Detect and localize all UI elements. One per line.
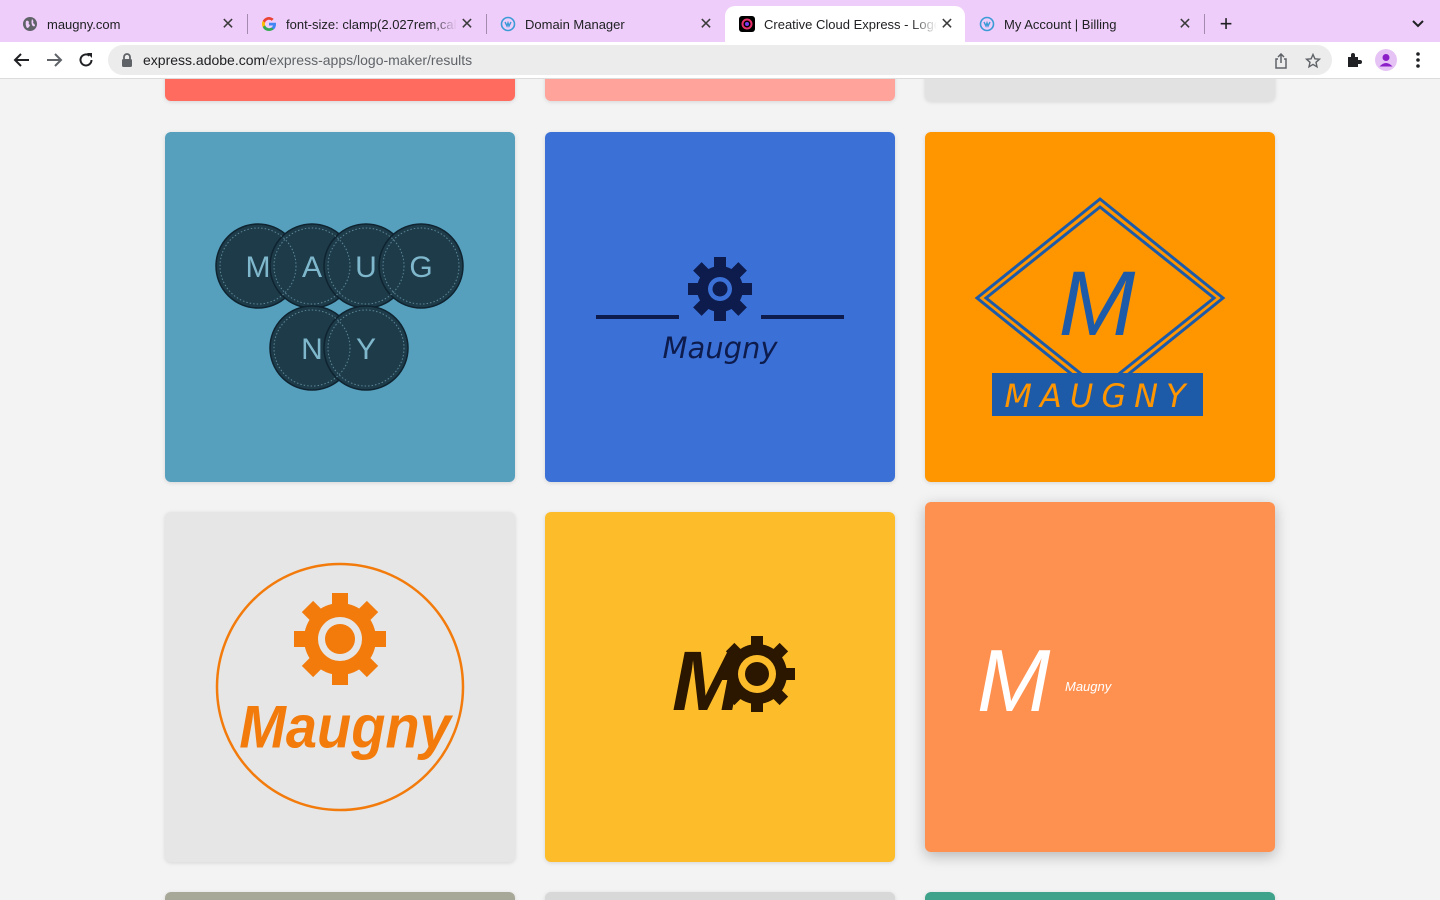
logo-name: Maugny <box>1065 679 1113 694</box>
url-text: express.adobe.com/express-apps/logo-make… <box>143 52 472 68</box>
extensions-icon[interactable] <box>1342 48 1366 72</box>
circle-letter: A <box>302 251 322 284</box>
close-icon[interactable]: ✕ <box>1175 14 1195 34</box>
logo-name: Maugny <box>662 331 778 365</box>
forward-button[interactable] <box>40 46 68 74</box>
tab-domain-manager[interactable]: Domain Manager ✕ <box>486 6 724 42</box>
profile-icon <box>1375 49 1397 71</box>
logo-card-partial-pink[interactable] <box>545 79 895 101</box>
tab-my-account-billing[interactable]: My Account | Billing ✕ <box>965 6 1203 42</box>
logo-card-m-gear[interactable]: M <box>545 512 895 862</box>
arrow-left-icon <box>13 53 29 67</box>
logo-card-gear-circle[interactable]: Maugny <box>165 512 515 862</box>
webflow-icon <box>979 16 995 32</box>
star-icon[interactable] <box>1304 52 1322 70</box>
logo-card-partial-olive[interactable] <box>165 892 515 900</box>
share-icon[interactable] <box>1272 52 1290 70</box>
close-icon[interactable]: ✕ <box>696 14 716 34</box>
reload-icon <box>79 53 93 67</box>
tab-font-size[interactable]: font-size: clamp(2.027rem,calc ✕ <box>247 6 485 42</box>
address-bar[interactable]: express.adobe.com/express-apps/logo-make… <box>108 45 1332 75</box>
logo-card-salmon[interactable]: M Maugny <box>925 502 1275 852</box>
close-icon[interactable]: ✕ <box>937 14 957 34</box>
lock-icon <box>121 53 133 67</box>
url-host: express.adobe.com <box>143 52 266 68</box>
tab-search-button[interactable] <box>1406 12 1430 36</box>
gear-line-logo: Maugny <box>596 257 844 365</box>
circles-logo: M A U G N Y <box>215 223 464 391</box>
logo-letter: M <box>1059 253 1136 355</box>
logo-letter: M <box>977 631 1051 730</box>
circle-letter: U <box>355 251 377 284</box>
globe-icon <box>22 16 38 32</box>
plus-icon: + <box>1219 11 1233 36</box>
logo-card-partial-gray[interactable] <box>925 79 1275 101</box>
logo-card-partial-red[interactable] <box>165 79 515 101</box>
adobe-express-icon <box>739 16 755 32</box>
browser-menu-button[interactable] <box>1406 48 1430 72</box>
circle-letter: G <box>409 251 432 284</box>
tab-title: Creative Cloud Express - Logo <box>764 16 937 32</box>
logo-name: MAUGNY <box>1004 377 1193 415</box>
tab-title: Domain Manager <box>525 16 625 32</box>
kebab-menu-icon <box>1416 52 1420 68</box>
tab-title: maugny.com <box>47 16 121 32</box>
logo-results-page: M A U G N Y Maugny M MAUGNY Maugny M M M… <box>0 79 1440 900</box>
logo-name: Maugny <box>239 693 453 760</box>
google-icon <box>261 16 277 32</box>
salmon-logo: M Maugny <box>977 631 1113 730</box>
chevron-down-icon <box>1412 20 1424 28</box>
logo-card-diamond[interactable]: M MAUGNY <box>925 132 1275 482</box>
browser-toolbar: express.adobe.com/express-apps/logo-make… <box>0 42 1440 79</box>
tab-maugny[interactable]: maugny.com ✕ <box>8 6 246 42</box>
logo-card-gear-line[interactable]: Maugny <box>545 132 895 482</box>
webflow-icon <box>500 16 516 32</box>
circle-letter: N <box>301 333 323 366</box>
url-path: /express-apps/logo-maker/results <box>265 52 473 68</box>
gear-icon <box>294 593 386 685</box>
diamond-logo: M MAUGNY <box>974 197 1226 416</box>
back-button[interactable] <box>8 46 36 74</box>
profile-avatar[interactable] <box>1374 48 1398 72</box>
gear-icon <box>688 257 752 321</box>
m-gear-logo: M <box>672 634 795 728</box>
tab-title: My Account | Billing <box>1004 16 1117 32</box>
tab-divider <box>1204 14 1205 34</box>
tab-creative-cloud-express[interactable]: Creative Cloud Express - Logo ✕ <box>725 6 965 42</box>
reload-button[interactable] <box>72 46 100 74</box>
tab-strip: maugny.com ✕ font-size: clamp(2.027rem,c… <box>0 0 1440 42</box>
circle-letter: Y <box>356 333 376 366</box>
new-tab-button[interactable]: + <box>1214 11 1238 36</box>
tab-title: font-size: clamp(2.027rem,calc <box>286 16 457 32</box>
arrow-right-icon <box>47 53 63 67</box>
circle-letter: M <box>246 251 271 284</box>
close-icon[interactable]: ✕ <box>457 14 477 34</box>
close-icon[interactable]: ✕ <box>218 14 238 34</box>
logo-card-partial-green[interactable] <box>925 892 1275 900</box>
gear-circle-logo: Maugny <box>215 562 465 812</box>
logo-card-partial-lightgray[interactable] <box>545 892 895 900</box>
logo-card-circles[interactable]: M A U G N Y <box>165 132 515 482</box>
